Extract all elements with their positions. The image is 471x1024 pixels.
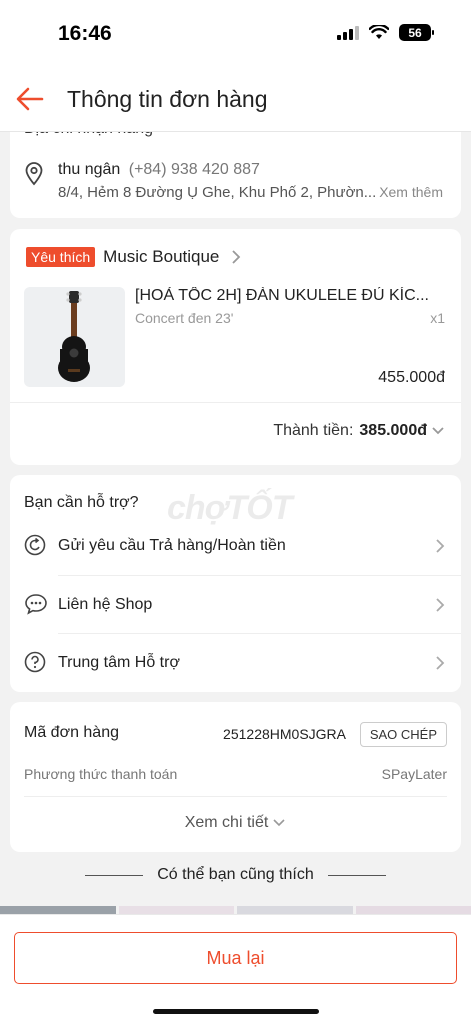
status-icons: 56	[337, 24, 434, 41]
product-card: Yêu thích Music Boutique [HOẢ TỐC 2H] ĐÀ…	[10, 229, 461, 465]
help-item-label: Gửi yêu cầu Trả hàng/Hoàn tiền	[58, 537, 286, 554]
divider	[10, 402, 461, 403]
chevron-right-icon	[436, 598, 445, 612]
recipient-phone: (+84) 938 420 887	[128, 161, 260, 178]
chevron-right-icon	[436, 539, 445, 553]
order-code-label: Mã đơn hàng	[24, 724, 119, 741]
status-bar: 16:46 56	[0, 0, 471, 70]
recipient-name: thu ngân	[58, 161, 121, 178]
help-item-label: Liên hệ Shop	[58, 596, 153, 613]
page-title: Thông tin đơn hàng	[67, 86, 268, 112]
view-details-link[interactable]: Xem chi tiết	[10, 814, 461, 832]
wifi-icon	[369, 25, 389, 39]
back-button[interactable]	[14, 84, 46, 114]
chevron-right-icon	[232, 250, 241, 264]
order-total-row[interactable]: Thành tiền: 385.000đ	[273, 422, 445, 440]
payment-method-value: SPayLater	[381, 766, 447, 782]
help-icon	[24, 651, 46, 673]
chat-icon	[25, 594, 47, 615]
total-amount: 385.000đ	[359, 422, 427, 439]
help-item-return-refund[interactable]: Gửi yêu cầu Trả hàng/Hoàn tiền	[10, 517, 461, 575]
divider	[85, 874, 144, 876]
copy-button[interactable]: SAO CHÉP	[359, 722, 447, 747]
view-details-label: Xem chi tiết	[184, 814, 269, 831]
buy-again-button[interactable]: Mua lại	[14, 932, 457, 984]
home-indicator	[153, 1009, 319, 1014]
see-more-link[interactable]: Xem thêm	[379, 184, 443, 200]
total-label: Thành tiền:	[273, 422, 354, 439]
location-pin-icon	[25, 162, 43, 186]
nav-bar: Thông tin đơn hàng	[0, 70, 471, 132]
suggestions-header: Có thể bạn cũng thích	[0, 866, 471, 884]
product-quantity: x1	[430, 310, 445, 326]
payment-method-label: Phương thức thanh toán	[24, 766, 178, 782]
shop-name: Music Boutique	[103, 247, 220, 266]
chevron-right-icon	[436, 656, 445, 670]
divider	[24, 796, 447, 797]
help-title: Bạn cần hỗ trợ?	[24, 494, 139, 511]
order-code: 251228HM0SJGRA	[223, 726, 346, 742]
product-variant: Concert đen 23'	[135, 310, 234, 326]
product-image[interactable]	[24, 287, 125, 387]
product-name[interactable]: [HOẢ TỐC 2H] ĐÀN UKULELE ĐỦ KÍC...	[135, 287, 445, 305]
help-card: chợTỐT Bạn cần hỗ trợ? Gửi yêu cầu Trả h…	[10, 475, 461, 692]
address-line: 8/4, Hẻm 8 Đường Ụ Ghe, Khu Phố 2, Phườn…	[58, 184, 377, 201]
order-info-card: Mã đơn hàng 251228HM0SJGRA SAO CHÉP Phươ…	[10, 702, 461, 852]
help-item-label: Trung tâm Hỗ trợ	[58, 654, 180, 671]
arrow-left-icon	[16, 87, 44, 111]
favorite-badge: Yêu thích	[26, 247, 96, 267]
chevron-down-icon	[273, 819, 285, 827]
battery-icon: 56	[399, 24, 434, 41]
signal-icon	[337, 25, 359, 40]
divider	[327, 874, 386, 876]
chevron-down-icon	[432, 427, 444, 435]
return-icon	[24, 534, 46, 556]
recipient: thu ngân (+84) 938 420 887	[58, 161, 260, 179]
bottom-action-bar: Mua lại	[0, 914, 471, 1024]
help-item-support-center[interactable]: Trung tâm Hỗ trợ	[10, 634, 461, 692]
suggestions-title: Có thể bạn cũng thích	[157, 866, 314, 883]
shop-row[interactable]: Yêu thích Music Boutique	[26, 247, 241, 267]
help-item-contact-shop[interactable]: Liên hệ Shop	[10, 576, 461, 634]
status-time: 16:46	[58, 22, 112, 45]
ukulele-icon	[58, 291, 90, 382]
product-price: 455.000đ	[378, 369, 445, 386]
